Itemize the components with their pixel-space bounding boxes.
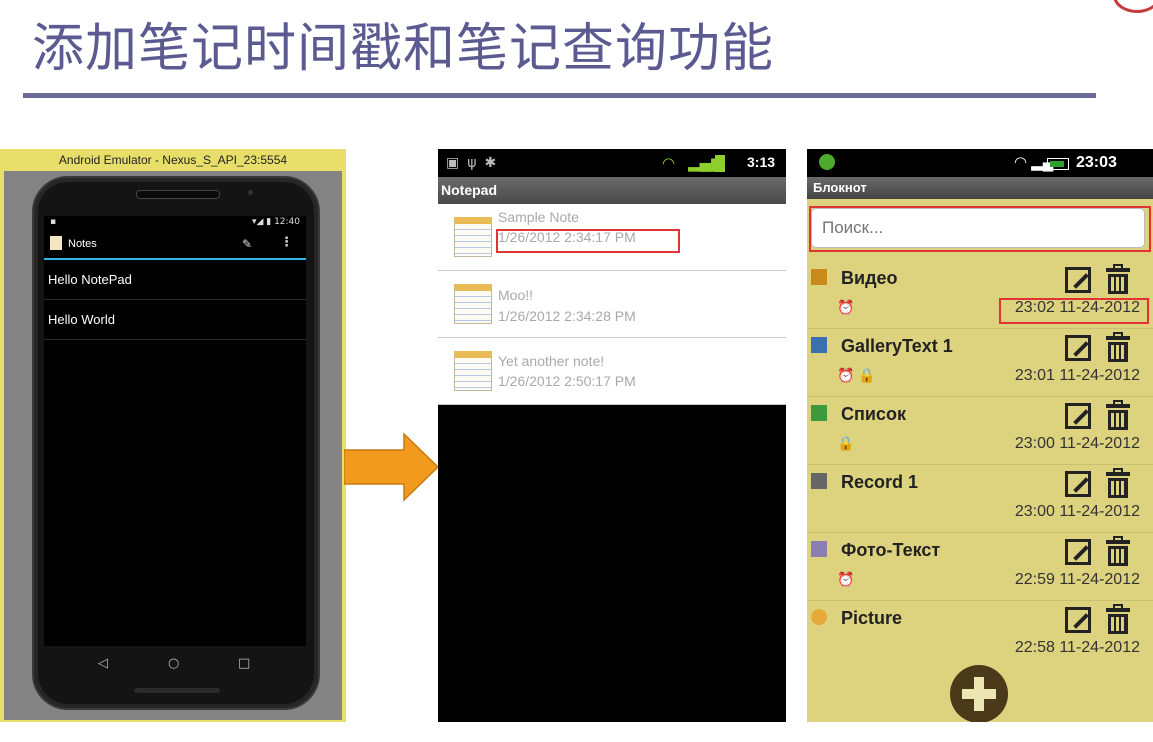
reminder-icon: ⏰ [837, 299, 855, 315]
phone-frame: ▪ ▾◢ ▮ 12:40 Notes ✎ ⋮ Hello NotePad Hel… [32, 176, 320, 710]
status-time: 3:13 [747, 154, 776, 170]
note-title: Список [841, 404, 906, 424]
trash-icon[interactable] [1106, 604, 1130, 634]
note-date: 1/26/2012 2:50:17 PM [498, 373, 636, 389]
status-clock: ▾◢ ▮ 12:40 [251, 217, 300, 227]
status-bar: ▪ ▾◢ ▮ 12:40 [44, 216, 306, 230]
note-date: 1/26/2012 2:34:28 PM [498, 308, 636, 324]
note-title: Record 1 [841, 472, 919, 492]
wifi-icon: ◠ [662, 154, 676, 172]
note-title: Фото-Текст [841, 540, 941, 560]
status-bar: ▣ψ✱ ◠ ▂▄▆ 3:13 [438, 149, 786, 177]
phone-camera [248, 190, 253, 195]
list-item[interactable]: Фото-Текст ⏰ 22:59 11-24-2012 [807, 533, 1153, 601]
android-icon [819, 154, 835, 170]
list-item[interactable]: GalleryText 1 ⏰ 🔒 23:01 11-24-2012 [807, 329, 1153, 397]
notepad-icon [454, 284, 492, 324]
note-datetime: 23:01 11-24-2012 [1014, 367, 1140, 384]
edit-icon[interactable] [1065, 403, 1091, 429]
photo-text-icon [811, 541, 827, 557]
notepad-icon [454, 217, 492, 257]
battery-icon [715, 155, 725, 172]
notes-app-icon [50, 236, 62, 250]
note-datetime: 22:59 11-24-2012 [1014, 571, 1140, 588]
list-item[interactable]: Picture 22:58 11-24-2012 [807, 601, 1153, 669]
slide-title: 添加笔记时间戳和笔记查询功能 [32, 19, 775, 79]
note-datetime: 22:58 11-24-2012 [1014, 639, 1140, 656]
edit-icon[interactable] [1065, 539, 1091, 565]
list-item[interactable]: Record 1 23:00 11-24-2012 [807, 465, 1153, 533]
note-title: Moo!! [498, 287, 534, 303]
trash-icon[interactable] [1106, 264, 1130, 294]
note-title: Picture [841, 608, 903, 628]
list-item[interactable]: Yet another note! 1/26/2012 2:50:17 PM [438, 338, 786, 405]
status-time: 23:03 [1076, 154, 1117, 171]
emulator-viewport: ▪ ▾◢ ▮ 12:40 Notes ✎ ⋮ Hello NotePad Hel… [4, 171, 342, 720]
status-bar: ◠ ▂▄ 23:03 [807, 149, 1153, 177]
app-title: Блокнот [807, 177, 1153, 199]
notepad-screen: ▣ψ✱ ◠ ▂▄▆ 3:13 Notepad Sample Note 1/26/… [438, 149, 786, 722]
overflow-menu-icon[interactable]: ⋮ [280, 235, 293, 250]
reminder-lock-icons: ⏰ 🔒 [837, 367, 876, 383]
lock-icon: 🔒 [837, 435, 855, 451]
note-title: GalleryText 1 [841, 336, 953, 356]
phone-chin [134, 688, 220, 693]
title-divider [23, 93, 1096, 98]
film-icon [811, 269, 827, 285]
trash-icon[interactable] [1106, 468, 1130, 498]
list-item[interactable]: Список 🔒 23:00 11-24-2012 [807, 397, 1153, 465]
home-icon[interactable]: ○ [168, 656, 179, 671]
edit-icon[interactable] [1065, 607, 1091, 633]
right-arrow-icon [344, 432, 440, 502]
recents-icon[interactable]: □ [238, 656, 250, 671]
microphone-icon [811, 473, 827, 489]
note-title: Видео [841, 268, 898, 288]
bloknot-screen: ◠ ▂▄ 23:03 Блокнот Видео ⏰ 23:02 11-24-2… [807, 149, 1153, 722]
camera-icon [811, 609, 827, 625]
note-title: Sample Note [498, 209, 579, 225]
app-title: Notes [68, 238, 97, 250]
emulator-window-title: Android Emulator - Nexus_S_API_23:5554 [58, 153, 288, 167]
emulator-window: Android Emulator - Nexus_S_API_23:5554 ▪… [0, 149, 346, 722]
new-note-icon[interactable]: ✎ [242, 237, 252, 251]
list-item[interactable]: Sample Note 1/26/2012 2:34:17 PM [438, 204, 786, 271]
app-title: Notepad [438, 177, 786, 204]
corner-logo [1113, 0, 1153, 13]
list-item[interactable]: Hello NotePad [44, 260, 306, 300]
action-bar: Notes ✎ ⋮ [44, 230, 306, 260]
battery-icon [1047, 158, 1069, 170]
trash-icon[interactable] [1106, 536, 1130, 566]
empty-area [438, 405, 786, 722]
trash-icon[interactable] [1106, 400, 1130, 430]
sd-card-icon: ▪ [50, 217, 57, 227]
edit-icon[interactable] [1065, 471, 1091, 497]
add-note-button[interactable] [950, 665, 1008, 722]
list-item[interactable]: Hello World [44, 300, 306, 340]
back-icon[interactable]: ◁ [98, 656, 108, 671]
cart-icon [811, 405, 827, 421]
notification-icons: ▣ψ✱ [446, 155, 505, 171]
note-title: Yet another note! [498, 353, 605, 369]
list-item[interactable]: Moo!! 1/26/2012 2:34:28 PM [438, 271, 786, 338]
reminder-icon: ⏰ [837, 571, 855, 587]
edit-icon[interactable] [1065, 335, 1091, 361]
status-time: 12:40 [274, 217, 300, 227]
edit-icon[interactable] [1065, 267, 1091, 293]
note-datetime: 23:00 11-24-2012 [1014, 435, 1140, 452]
list-item[interactable]: Видео ⏰ 23:02 11-24-2012 [807, 261, 1153, 329]
trash-icon[interactable] [1106, 332, 1130, 362]
timestamp-highlight [496, 229, 680, 253]
phone-speaker [136, 190, 220, 199]
phone-screen: ▪ ▾◢ ▮ 12:40 Notes ✎ ⋮ Hello NotePad Hel… [44, 216, 306, 646]
gallery-icon [811, 337, 827, 353]
timestamp-highlight [999, 298, 1149, 324]
note-datetime: 23:00 11-24-2012 [1014, 503, 1140, 520]
navigation-bar: ◁ ○ □ [34, 656, 318, 680]
search-highlight [809, 206, 1151, 252]
notepad-icon [454, 351, 492, 391]
